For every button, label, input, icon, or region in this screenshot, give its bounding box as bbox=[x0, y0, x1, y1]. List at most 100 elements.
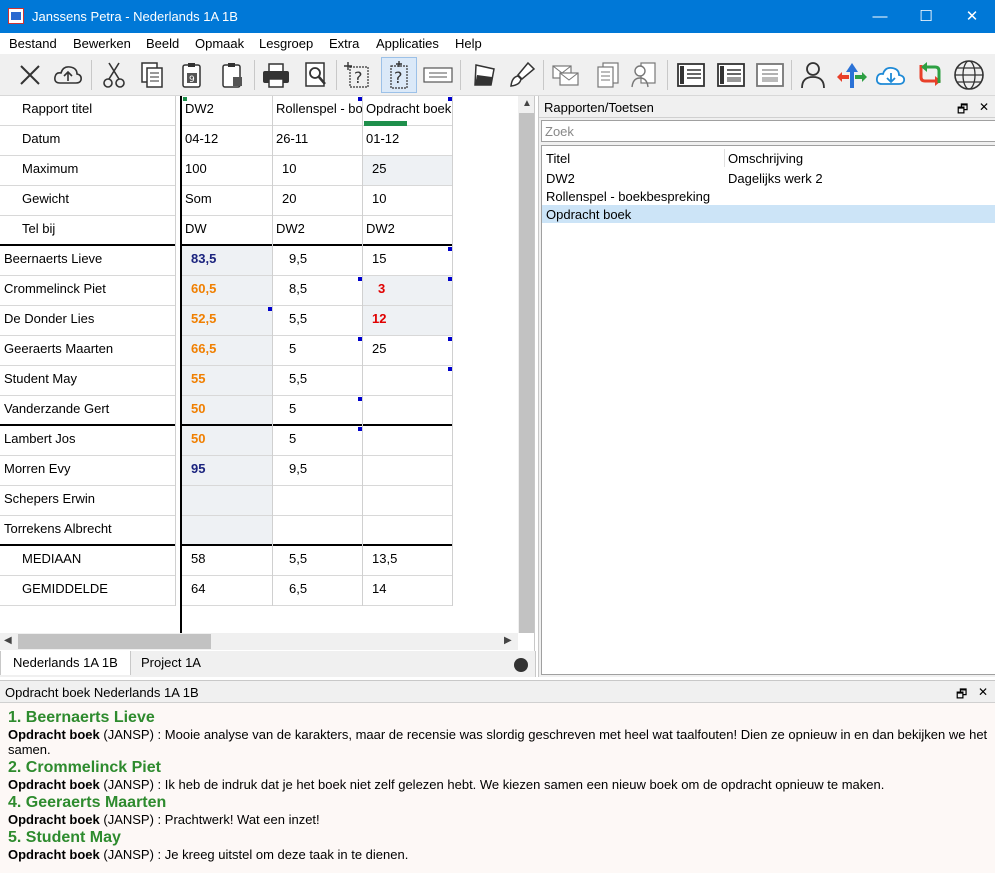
menu-applicaties[interactable]: Applicaties bbox=[376, 36, 439, 51]
menu-help[interactable]: Help bbox=[455, 36, 482, 51]
row-header-label[interactable]: Tel bij bbox=[0, 216, 175, 246]
scroll-right-icon[interactable]: ▶ bbox=[504, 635, 512, 646]
grid-cell[interactable]: Rollenspel - boekbespreking bbox=[273, 96, 362, 126]
score-cell[interactable]: 50 bbox=[182, 426, 272, 456]
brush-icon[interactable] bbox=[504, 57, 540, 93]
stat-cell[interactable]: 64 bbox=[182, 576, 272, 606]
field-icon[interactable] bbox=[420, 57, 456, 93]
score-cell[interactable]: 60,5 bbox=[182, 276, 272, 306]
row-header-label[interactable]: Gewicht bbox=[0, 186, 175, 216]
score-cell[interactable] bbox=[363, 486, 452, 516]
maximize-button[interactable]: ☐ bbox=[903, 0, 949, 33]
score-cell[interactable]: 9,5 bbox=[273, 456, 362, 486]
student-name[interactable]: Morren Evy bbox=[0, 456, 175, 486]
stat-cell[interactable]: 58 bbox=[182, 546, 272, 576]
score-cell[interactable]: 5 bbox=[273, 396, 362, 426]
menu-extra[interactable]: Extra bbox=[329, 36, 359, 51]
menu-beeld[interactable]: Beeld bbox=[146, 36, 179, 51]
row-header-label[interactable]: Maximum bbox=[0, 156, 175, 186]
tab-nederlands-1a-1b[interactable]: Nederlands 1A 1B bbox=[0, 651, 131, 675]
student-name[interactable]: Vanderzande Gert bbox=[0, 396, 175, 426]
score-cell[interactable]: 52,5 bbox=[182, 306, 272, 336]
score-cell[interactable]: 5,5 bbox=[273, 306, 362, 336]
search-person-icon[interactable] bbox=[627, 57, 663, 93]
stat-label[interactable]: GEMIDDELDE bbox=[0, 576, 175, 606]
stat-label[interactable]: MEDIAAN bbox=[0, 546, 175, 576]
scrollbar-thumb[interactable] bbox=[18, 634, 211, 649]
score-cell[interactable]: 12 bbox=[363, 306, 452, 336]
student-name[interactable]: Beernaerts Lieve bbox=[0, 246, 175, 276]
column-header-omschrijving[interactable]: Omschrijving bbox=[728, 151, 803, 166]
grid-cell[interactable]: 10 bbox=[363, 186, 452, 216]
grid-cell[interactable]: Som bbox=[182, 186, 272, 216]
close-button[interactable]: ✕ bbox=[949, 0, 995, 33]
column-header-titel[interactable]: Titel bbox=[546, 151, 570, 166]
search-input[interactable]: Zoek bbox=[541, 120, 995, 142]
vertical-scrollbar[interactable]: ▲ bbox=[518, 96, 534, 633]
copy-icon[interactable] bbox=[134, 57, 170, 93]
score-cell[interactable]: 5 bbox=[273, 336, 362, 366]
restore-icon[interactable]: 🗗 bbox=[956, 685, 967, 706]
print-icon[interactable] bbox=[258, 57, 294, 93]
score-cell[interactable]: 95 bbox=[182, 456, 272, 486]
grid-cell[interactable]: 04-12 bbox=[182, 126, 272, 156]
list-item-selected[interactable]: Opdracht boek bbox=[542, 205, 995, 223]
layout1-icon[interactable] bbox=[673, 57, 709, 93]
scroll-left-icon[interactable]: ◀ bbox=[4, 635, 12, 646]
arrows-icon[interactable] bbox=[834, 57, 870, 93]
person-icon[interactable] bbox=[795, 57, 831, 93]
score-cell[interactable]: 8,5 bbox=[273, 276, 362, 306]
score-cell[interactable] bbox=[363, 456, 452, 486]
student-name[interactable]: Student May bbox=[0, 366, 175, 396]
globe-icon[interactable] bbox=[951, 57, 987, 93]
cut-x-icon[interactable] bbox=[12, 57, 48, 93]
scissors-icon[interactable] bbox=[96, 57, 132, 93]
score-cell[interactable]: 3 bbox=[363, 276, 452, 306]
score-cell[interactable]: 50 bbox=[182, 396, 272, 426]
mail-icon[interactable] bbox=[548, 57, 584, 93]
grid-cell[interactable]: 26-11 bbox=[273, 126, 362, 156]
score-cell[interactable]: 15 bbox=[363, 246, 452, 276]
score-cell[interactable] bbox=[182, 516, 272, 546]
grid-cell[interactable]: 10 bbox=[273, 156, 362, 186]
student-name[interactable]: Lambert Jos bbox=[0, 426, 175, 456]
score-cell[interactable]: 66,5 bbox=[182, 336, 272, 366]
score-cell[interactable] bbox=[182, 486, 272, 516]
menu-lesgroep[interactable]: Lesgroep bbox=[259, 36, 313, 51]
upload-cloud-icon[interactable] bbox=[50, 57, 86, 93]
grid-cell[interactable]: 25 bbox=[363, 156, 452, 186]
grid-cell[interactable]: 01-12 bbox=[363, 126, 452, 156]
score-cell[interactable] bbox=[363, 426, 452, 456]
paste-icon[interactable]: 9 bbox=[174, 57, 210, 93]
layout2-icon[interactable] bbox=[713, 57, 749, 93]
restore-icon[interactable]: 🗗 bbox=[957, 100, 968, 121]
grid-cell[interactable]: 100 bbox=[182, 156, 272, 186]
scroll-up-icon[interactable]: ▲ bbox=[522, 98, 532, 109]
menu-bestand[interactable]: Bestand bbox=[9, 36, 57, 51]
grid-cell[interactable]: DW2 bbox=[363, 216, 452, 246]
list-item[interactable]: Rollenspel - boekbespreking bbox=[542, 187, 995, 205]
score-cell[interactable] bbox=[273, 516, 362, 546]
menu-opmaak[interactable]: Opmaak bbox=[195, 36, 244, 51]
stat-cell[interactable]: 6,5 bbox=[273, 576, 362, 606]
grid-cell[interactable]: DW bbox=[182, 216, 272, 246]
question-field-active-icon[interactable]: ? bbox=[381, 57, 417, 93]
stat-cell[interactable]: 13,5 bbox=[363, 546, 452, 576]
minimize-button[interactable]: — bbox=[857, 0, 903, 33]
grid-cell[interactable]: 20 bbox=[273, 186, 362, 216]
print-preview-icon[interactable] bbox=[298, 57, 334, 93]
student-name[interactable]: Schepers Erwin bbox=[0, 486, 175, 516]
score-cell[interactable]: 83,5 bbox=[182, 246, 272, 276]
student-name[interactable]: Torrekens Albrecht bbox=[0, 516, 175, 546]
horizontal-scrollbar[interactable]: ◀ ▶ bbox=[0, 633, 518, 650]
score-cell[interactable]: 9,5 bbox=[273, 246, 362, 276]
list-item[interactable]: DW2 Dagelijks werk 2 bbox=[542, 169, 995, 187]
student-name[interactable]: De Donder Lies bbox=[0, 306, 175, 336]
row-header-label[interactable]: Rapport titel bbox=[0, 96, 175, 126]
score-cell[interactable]: 55 bbox=[182, 366, 272, 396]
score-cell[interactable]: 5,5 bbox=[273, 366, 362, 396]
menu-bewerken[interactable]: Bewerken bbox=[73, 36, 131, 51]
close-icon[interactable]: ✕ bbox=[979, 100, 989, 114]
swap-icon[interactable] bbox=[912, 57, 948, 93]
score-cell[interactable] bbox=[363, 516, 452, 546]
